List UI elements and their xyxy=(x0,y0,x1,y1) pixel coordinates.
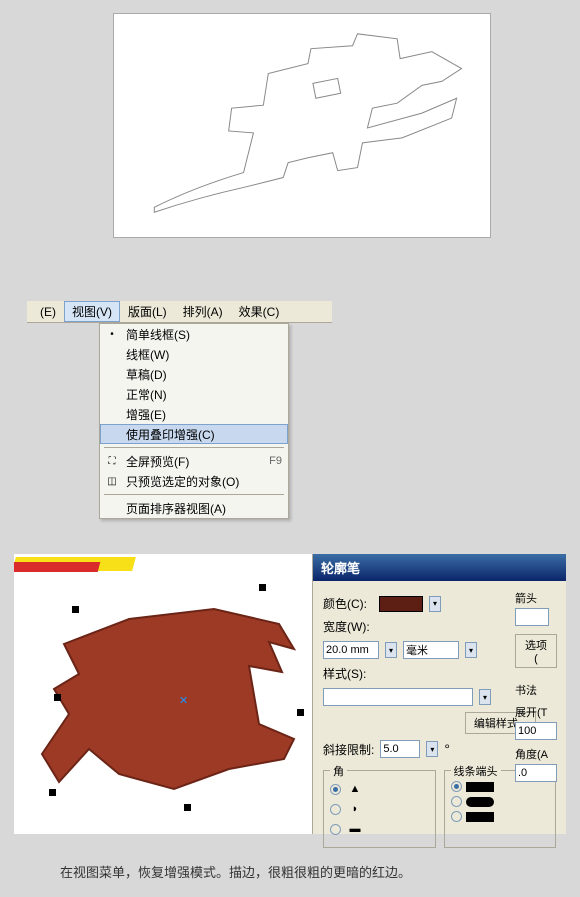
menu-edit[interactable]: (E) xyxy=(32,303,64,321)
center-marker: ✕ xyxy=(179,694,188,703)
width-label: 宽度(W): xyxy=(323,618,373,635)
menu-draft[interactable]: 草稿(D) xyxy=(100,364,288,384)
cap-round-icon xyxy=(466,797,494,807)
style-label: 样式(S): xyxy=(323,665,373,682)
menu-separator xyxy=(104,447,284,448)
cap-square-radio[interactable] xyxy=(451,811,462,822)
selection-handle[interactable] xyxy=(72,606,79,613)
width-unit-combo[interactable]: 毫米 xyxy=(403,641,459,659)
color-label: 颜色(C): xyxy=(323,595,373,612)
menu-overprint-enhanced[interactable]: 使用叠印增强(C) xyxy=(100,424,288,444)
menu-view[interactable]: 视图(V) xyxy=(64,301,120,322)
cap-flat-icon xyxy=(466,782,494,792)
cap-square-icon xyxy=(466,812,494,822)
selection-handle[interactable] xyxy=(259,584,266,591)
menu-separator xyxy=(104,494,284,495)
corners-group-label: 角 xyxy=(330,763,347,779)
view-dropdown: • 简单线框(S) 线框(W) 草稿(D) 正常(N) 增强(E) 使用叠印增强… xyxy=(99,323,289,519)
menu-effects[interactable]: 效果(C) xyxy=(231,301,288,322)
corner-miter-icon: ▲ xyxy=(345,781,365,797)
stretch-input[interactable] xyxy=(515,722,557,740)
caption-text: 在视图菜单，恢复增强模式。描边，很粗很粗的更暗的红边。 xyxy=(60,862,411,881)
color-swatch[interactable] xyxy=(379,596,423,612)
menu-layout[interactable]: 版面(L) xyxy=(120,301,175,322)
menubar: (E) 视图(V) 版面(L) 排列(A) 效果(C) 使用叠 • 简单线框(S… xyxy=(27,301,332,323)
selection-handle[interactable] xyxy=(184,804,191,811)
arrow-start-combo[interactable] xyxy=(515,608,549,626)
miter-label: 斜接限制: xyxy=(323,741,374,758)
menu-fullscreen[interactable]: ⛶ 全屏预览(F) F9 xyxy=(100,451,288,471)
width-input[interactable] xyxy=(323,641,379,659)
miter-input[interactable] xyxy=(380,740,420,758)
menu-arrange[interactable]: 排列(A) xyxy=(175,301,231,322)
wireframe-canvas xyxy=(113,13,491,238)
corner-bevel-radio[interactable] xyxy=(330,824,341,835)
chevron-down-icon[interactable]: ▾ xyxy=(479,689,491,705)
corner-miter-radio[interactable] xyxy=(330,784,341,795)
corner-bevel-icon: ▬ xyxy=(345,821,365,837)
dialog-title: 轮廓笔 xyxy=(313,554,566,581)
selection-handle[interactable] xyxy=(297,709,304,716)
style-combo[interactable] xyxy=(323,688,473,706)
menu-enhanced[interactable]: 增强(E) xyxy=(100,404,288,424)
menu-wireframe[interactable]: 线框(W) xyxy=(100,344,288,364)
angle-input[interactable] xyxy=(515,764,557,782)
stretch-label: 展开(T xyxy=(515,704,561,720)
spinner-icon[interactable]: ▾ xyxy=(385,642,397,658)
arrow-label: 箭头 xyxy=(515,590,561,606)
degree-icon: ° xyxy=(444,741,450,757)
menu-simple-wireframe[interactable]: • 简单线框(S) xyxy=(100,324,288,344)
calligraphy-label: 书法 xyxy=(515,682,561,698)
cap-flat-radio[interactable] xyxy=(451,781,462,792)
red-stripe xyxy=(14,562,100,572)
cap-round-radio[interactable] xyxy=(451,796,462,807)
spinner-icon[interactable]: ▾ xyxy=(426,741,438,757)
chevron-down-icon[interactable]: ▾ xyxy=(465,642,477,658)
menu-page-sorter[interactable]: 页面排序器视图(A) xyxy=(100,498,288,518)
color-dropdown-icon[interactable]: ▾ xyxy=(429,596,441,612)
linecaps-group-label: 线条端头 xyxy=(451,763,501,779)
preview-icon: ◫ xyxy=(104,473,120,489)
angle-label: 角度(A xyxy=(515,746,561,762)
outline-panel: ✕ 轮廓笔 颜色(C): ▾ 宽度(W): ▾ 毫米▾ 样式(S): ▾ 编辑样… xyxy=(14,554,566,834)
corner-round-icon: ◗ xyxy=(345,801,365,817)
red-shape[interactable] xyxy=(34,594,312,824)
shortcut-label: F9 xyxy=(269,455,282,467)
menu-normal[interactable]: 正常(N) xyxy=(100,384,288,404)
selection-handle[interactable] xyxy=(49,789,56,796)
bullet-icon: • xyxy=(104,326,120,342)
menu-preview-selected[interactable]: ◫ 只预览选定的对象(O) xyxy=(100,471,288,491)
options-button[interactable]: 选项( xyxy=(515,634,557,668)
shape-canvas[interactable]: ✕ xyxy=(14,554,312,834)
selection-handle[interactable] xyxy=(54,694,61,701)
corner-round-radio[interactable] xyxy=(330,804,341,815)
fullscreen-icon: ⛶ xyxy=(104,453,120,469)
outline-pen-dialog: 轮廓笔 颜色(C): ▾ 宽度(W): ▾ 毫米▾ 样式(S): ▾ 编辑样式.… xyxy=(312,554,566,834)
